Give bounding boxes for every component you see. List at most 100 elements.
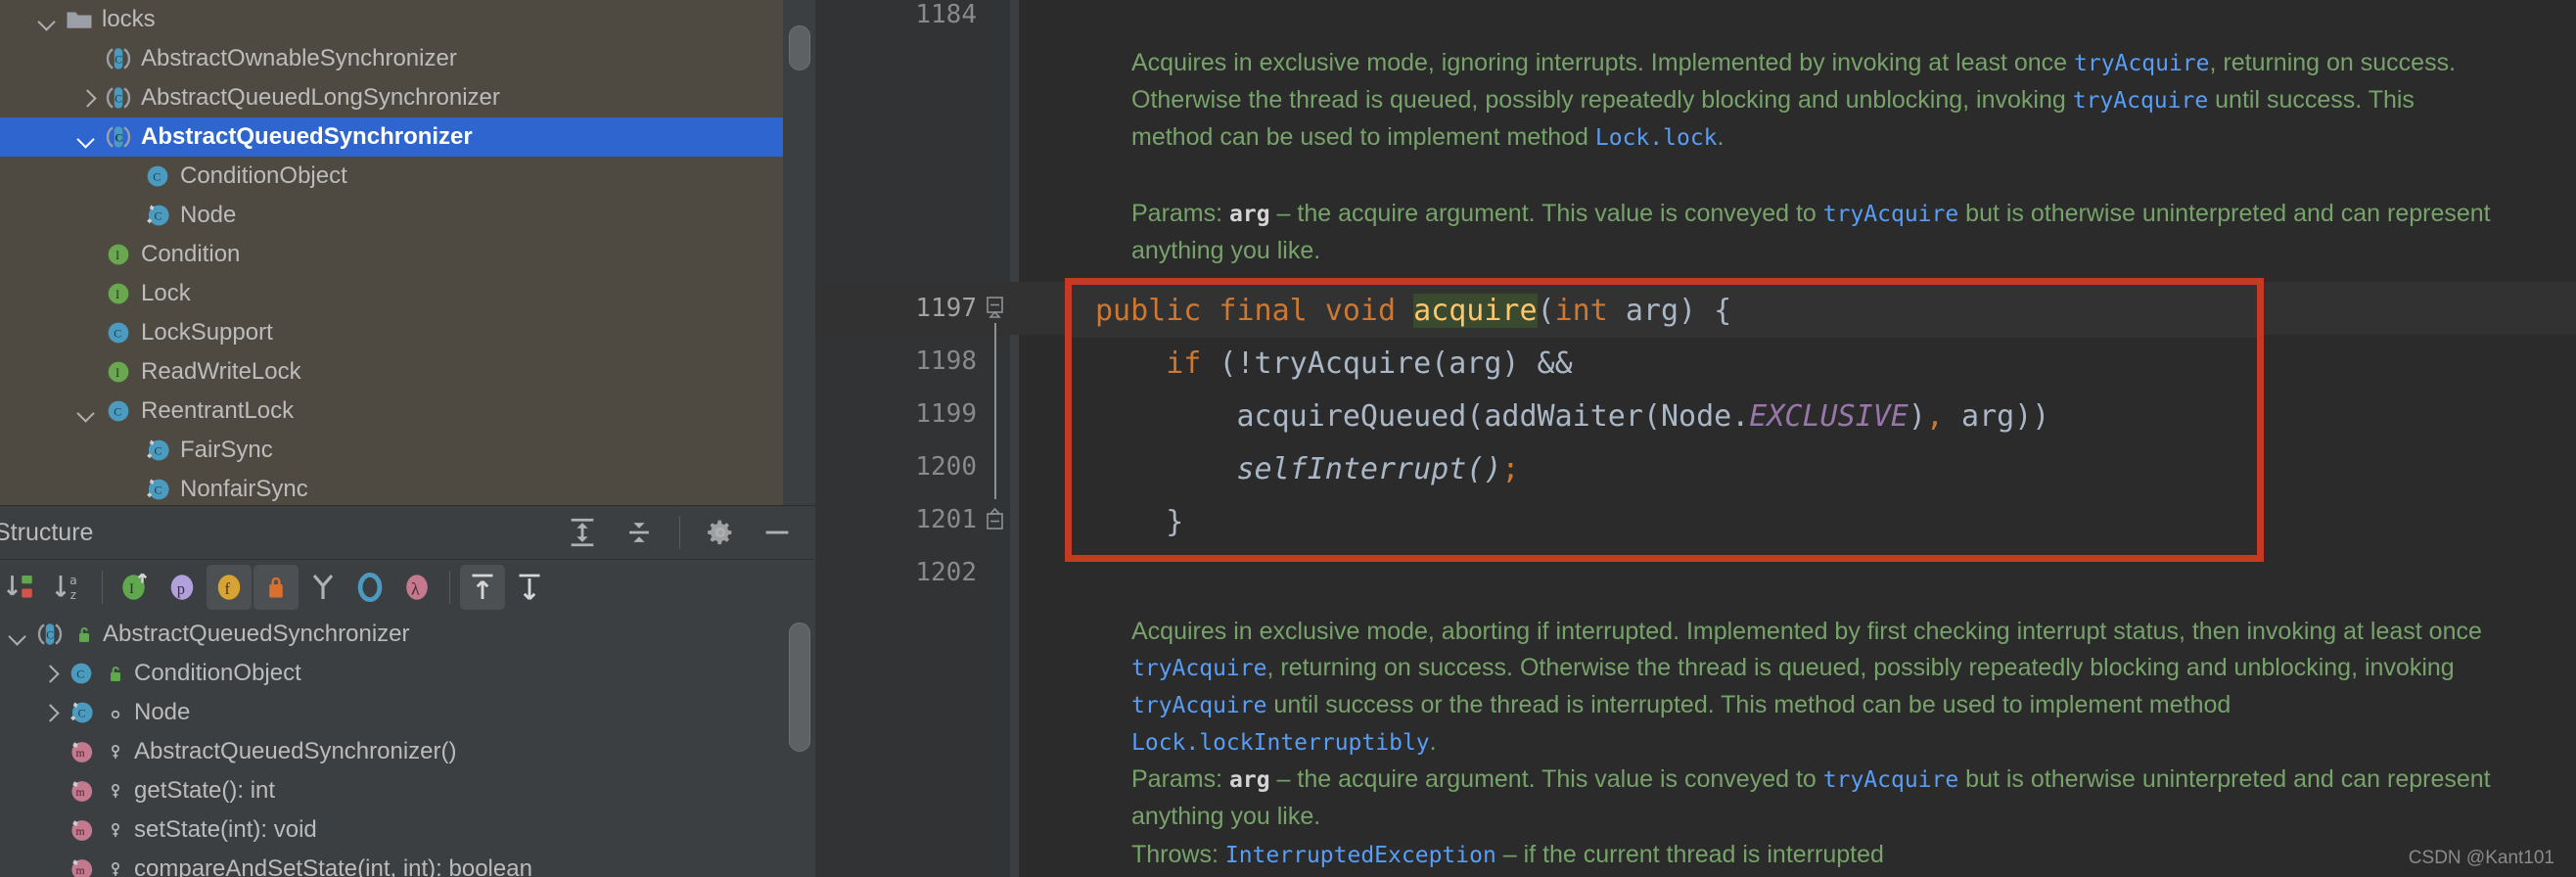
line-number-1202: 1202 bbox=[915, 558, 977, 587]
structure-panel-header: Structure bbox=[0, 505, 815, 560]
project-tree-item-label: AbstractQueuedSynchronizer bbox=[141, 123, 473, 150]
structure-tree-scrollbar[interactable] bbox=[783, 615, 815, 877]
show-properties-icon[interactable]: p bbox=[160, 565, 205, 610]
autoscroll-from-source-icon[interactable] bbox=[507, 565, 552, 610]
doc-link-tryacquire-6[interactable]: tryAcquire bbox=[1823, 767, 1958, 793]
structure-item-label: AbstractQueuedSynchronizer bbox=[103, 621, 410, 647]
code-line-1199[interactable]: acquireQueued(addWaiter(Node.EXCLUSIVE),… bbox=[1072, 391, 2257, 443]
structure-tree-panel[interactable]: C AbstractQueuedSynchronizer C ConditionObj… bbox=[0, 615, 815, 877]
left-tool-window-column: locks C AbstractOwnableSynchronizer C Abstra… bbox=[0, 0, 815, 877]
toolbar-separator-1 bbox=[102, 571, 103, 604]
structure-item-6[interactable]: m compareAndSetState(int, int): boolean bbox=[0, 850, 815, 877]
group-methods-icon[interactable] bbox=[300, 565, 345, 610]
doc-link-tryacquire-2[interactable]: tryAcquire bbox=[2073, 88, 2208, 114]
static-class-icon: C bbox=[143, 475, 172, 504]
expand-all-icon[interactable] bbox=[566, 516, 599, 549]
project-tree-item-label: Lock bbox=[141, 280, 191, 306]
show-inherited-icon[interactable]: I bbox=[113, 565, 158, 610]
doc-link-lock-lockinterruptibly[interactable]: Lock.lockInterruptibly bbox=[1131, 730, 1430, 756]
code-line-1198[interactable]: if (!tryAcquire(arg) && bbox=[1072, 338, 2257, 391]
project-tree-item-readwritelock[interactable]: I ReadWriteLock bbox=[0, 352, 815, 392]
param-desc-bottom-1: the acquire argument. This value is conv… bbox=[1297, 765, 1823, 793]
public-lock-icon bbox=[72, 623, 96, 646]
svg-text:f: f bbox=[225, 579, 231, 598]
structure-tree-scrollbar-thumb[interactable] bbox=[789, 623, 810, 752]
throws-desc: if the current thread is interrupted bbox=[1523, 841, 1884, 868]
doc-link-tryacquire-1[interactable]: tryAcquire bbox=[2074, 51, 2209, 76]
abstract-class-icon: C bbox=[104, 122, 133, 152]
structure-item-5[interactable]: m setState(int): void bbox=[0, 810, 815, 850]
code-editor[interactable]: 1184 1197 1198 1199 1200 1201 1202 Acqui… bbox=[815, 0, 2576, 877]
project-tree-item-nonfairsync[interactable]: C NonfairSync bbox=[0, 470, 815, 505]
abstract-class-icon: C bbox=[104, 83, 133, 113]
project-tree-item-label: AbstractQueuedLongSynchronizer bbox=[141, 84, 500, 111]
project-tree-item-locksupport[interactable]: C LockSupport bbox=[0, 313, 815, 352]
autoscroll-to-source-icon[interactable] bbox=[460, 565, 505, 610]
doc-link-tryacquire-3[interactable]: tryAcquire bbox=[1823, 202, 1958, 227]
structure-item-label: AbstractQueuedSynchronizer() bbox=[134, 738, 457, 764]
project-tree-item-reentrantlock[interactable]: C ReentrantLock bbox=[0, 392, 815, 431]
project-tree-panel[interactable]: locks C AbstractOwnableSynchronizer C Abstra… bbox=[0, 0, 815, 505]
interface-icon: I bbox=[104, 357, 133, 387]
class-icon: C bbox=[104, 396, 133, 426]
param-name-top: arg bbox=[1229, 202, 1270, 227]
project-tree-item-conditionobject[interactable]: C ConditionObject bbox=[0, 157, 815, 196]
project-tree-item-label: Node bbox=[180, 202, 237, 228]
javadoc-bottom-throws: Throws: InterruptedException – if the cu… bbox=[1131, 837, 2502, 874]
doc-link-tryacquire-5[interactable]: tryAcquire bbox=[1131, 693, 1266, 718]
param-dash-top: – bbox=[1276, 200, 1291, 227]
project-tree-item-fairsync[interactable]: C FairSync bbox=[0, 431, 815, 470]
project-tree-item-label: AbstractOwnableSynchronizer bbox=[141, 45, 457, 71]
toolbar-separator-2 bbox=[449, 571, 450, 604]
doc-link-lock-lock[interactable]: Lock.lock bbox=[1595, 125, 1718, 151]
class-icon: C bbox=[143, 162, 172, 191]
structure-item-3[interactable]: m AbstractQueuedSynchronizer() bbox=[0, 732, 815, 771]
project-tree-item-abstractownablesynchronizer[interactable]: C AbstractOwnableSynchronizer bbox=[0, 39, 815, 78]
code-line-1201[interactable]: } bbox=[1072, 496, 2257, 549]
line-number-1198: 1198 bbox=[915, 346, 977, 376]
project-tree-item-lock[interactable]: I Lock bbox=[0, 274, 815, 313]
fold-marker-close-icon[interactable] bbox=[984, 493, 1007, 546]
params-label-bottom: Params: bbox=[1131, 765, 1223, 793]
sort-alphabetically-icon[interactable]: a z bbox=[47, 565, 92, 610]
structure-item-0[interactable]: C AbstractQueuedSynchronizer bbox=[0, 615, 815, 654]
collapse-all-icon[interactable] bbox=[622, 516, 656, 549]
method-icon: m bbox=[67, 854, 96, 877]
gear-icon[interactable] bbox=[704, 516, 737, 549]
project-tree-scrollbar[interactable] bbox=[783, 0, 815, 505]
class-icon: C bbox=[104, 318, 133, 347]
show-lambdas-icon[interactable]: λ bbox=[394, 565, 439, 610]
project-tree-item-locks[interactable]: locks bbox=[0, 0, 815, 39]
protected-icon bbox=[104, 740, 127, 763]
project-tree-item-label: ReadWriteLock bbox=[141, 358, 301, 385]
project-tree-item-condition[interactable]: I Condition bbox=[0, 235, 815, 274]
project-tree-item-node[interactable]: C Node bbox=[0, 196, 815, 235]
show-anonymous-classes-icon[interactable] bbox=[347, 565, 392, 610]
svg-text:C: C bbox=[78, 707, 86, 720]
throws-label: Throws: bbox=[1131, 841, 1219, 868]
project-tree-scrollbar-thumb[interactable] bbox=[789, 25, 810, 70]
structure-item-1[interactable]: C ConditionObject bbox=[0, 654, 815, 693]
static-class-icon: C bbox=[143, 436, 172, 465]
show-fields-icon[interactable]: f bbox=[207, 565, 252, 610]
public-lock-icon bbox=[104, 662, 127, 685]
throws-type-link[interactable]: InterruptedException bbox=[1225, 843, 1496, 868]
doc-link-tryacquire-4[interactable]: tryAcquire bbox=[1131, 656, 1266, 681]
sort-by-visibility-icon[interactable] bbox=[0, 565, 45, 610]
param-desc-top-1: the acquire argument. This value is conv… bbox=[1297, 200, 1823, 227]
code-line-1197[interactable]: public final void acquire(int arg) { bbox=[1072, 285, 2257, 338]
structure-item-4[interactable]: m getState(): int bbox=[0, 771, 815, 810]
project-tree-item-abstractqueuedlongsynchronizer[interactable]: C AbstractQueuedLongSynchronizer bbox=[0, 78, 815, 117]
project-tree-item-label: Condition bbox=[141, 241, 241, 267]
method-icon: m bbox=[67, 776, 96, 806]
structure-item-2[interactable]: C Node bbox=[0, 693, 815, 732]
doc-bottom-text-2: , returning on success. Otherwise the th… bbox=[1266, 654, 2455, 681]
svg-text:C: C bbox=[115, 54, 122, 66]
svg-text:C: C bbox=[155, 484, 162, 497]
code-line-1200[interactable]: selfInterrupt(); bbox=[1072, 443, 2257, 496]
structure-panel-title: Structure bbox=[0, 518, 94, 546]
project-tree-item-abstractqueuedsynchronizer[interactable]: C AbstractQueuedSynchronizer bbox=[0, 117, 815, 157]
interface-icon: I bbox=[104, 240, 133, 269]
show-non-public-icon[interactable] bbox=[253, 565, 299, 610]
minimize-icon[interactable] bbox=[760, 516, 794, 549]
